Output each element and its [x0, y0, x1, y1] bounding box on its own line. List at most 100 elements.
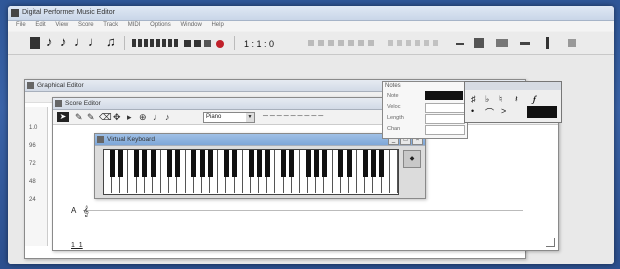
note-properties-panel: Notes Note Veloc Length Chan: [382, 81, 468, 139]
treble-clef-icon: 𝄞: [83, 206, 89, 217]
measure-label: 1_1: [71, 242, 83, 249]
brush-icon[interactable]: ✎: [87, 112, 95, 123]
keyboard-title: Virtual Keyboard: [107, 136, 155, 143]
tool-icon-a[interactable]: [474, 38, 484, 48]
black-key[interactable]: [109, 150, 115, 177]
black-key[interactable]: [248, 150, 254, 177]
menu-help[interactable]: Help: [211, 22, 223, 28]
menu-options[interactable]: Options: [150, 22, 171, 28]
app-title: Digital Performer Music Editor: [22, 9, 115, 16]
note-tool-5[interactable]: ♫: [106, 35, 116, 49]
black-key[interactable]: [281, 150, 287, 177]
black-key[interactable]: [232, 150, 238, 177]
play-tool-icon[interactable]: ▸: [127, 112, 132, 123]
black-key[interactable]: [379, 150, 385, 177]
menu-bar: File Edit View Score Track MIDI Options …: [8, 21, 614, 31]
window-icon: [27, 82, 34, 89]
black-key[interactable]: [289, 150, 295, 177]
staff-line: [83, 210, 523, 211]
channel-field[interactable]: [425, 125, 465, 135]
dynamics-icon[interactable]: 𝆑: [533, 94, 536, 105]
black-key[interactable]: [264, 150, 270, 177]
menu-window[interactable]: Window: [180, 22, 201, 28]
toolbar-separator: [234, 36, 235, 50]
track-label: A: [71, 206, 77, 215]
black-key[interactable]: [224, 150, 229, 177]
faint-tool-group-2[interactable]: [388, 40, 438, 46]
menu-track[interactable]: Track: [103, 22, 118, 28]
app-titlebar: Digital Performer Music Editor: [8, 6, 614, 21]
palette-dark-block[interactable]: [527, 106, 557, 118]
black-key[interactable]: [191, 150, 197, 177]
black-key[interactable]: [117, 150, 123, 177]
black-key[interactable]: [199, 150, 205, 177]
note-tool-icon[interactable]: ♪: [165, 112, 170, 122]
black-key[interactable]: [305, 150, 311, 177]
menu-edit[interactable]: Edit: [35, 22, 45, 28]
panel-row-label: Note: [387, 93, 399, 99]
black-key[interactable]: [313, 150, 319, 177]
record-icon[interactable]: [216, 40, 224, 48]
keyboard-titlebar: Virtual Keyboard _ □ ×: [95, 134, 425, 146]
black-key[interactable]: [142, 150, 148, 177]
octave-shift-button[interactable]: ◆: [403, 150, 421, 168]
black-key[interactable]: [346, 150, 352, 177]
palette-titlebar: [465, 82, 561, 90]
velocity-field[interactable]: [425, 103, 465, 113]
stop-icon[interactable]: [184, 40, 191, 47]
black-key[interactable]: [166, 150, 172, 177]
black-key[interactable]: [207, 150, 213, 177]
length-field[interactable]: [425, 114, 465, 124]
arrow-tool-icon[interactable]: ➤: [57, 112, 69, 122]
window-icon: [55, 100, 62, 107]
note-tool-icon[interactable]: ♩: [153, 112, 162, 122]
note-tool-3[interactable]: ♩: [74, 35, 87, 49]
zoom-icon[interactable]: ⊕: [139, 112, 147, 123]
dash-icon[interactable]: [456, 43, 464, 45]
black-key[interactable]: [371, 150, 376, 177]
rest-icon[interactable]: 𝄽: [515, 94, 518, 105]
menu-score[interactable]: Score: [78, 22, 94, 28]
menu-midi[interactable]: MIDI: [128, 22, 141, 28]
piano-keyboard[interactable]: [103, 149, 399, 195]
note-tool-4[interactable]: ♩: [88, 35, 101, 49]
black-key[interactable]: [338, 150, 344, 177]
toolbar-separator: [124, 36, 125, 50]
instrument-select[interactable]: Piano ▼: [203, 112, 255, 123]
counter-display: 1 : 1 : 0: [244, 39, 275, 49]
pause-icon[interactable]: [194, 40, 201, 47]
dot-icon[interactable]: •: [471, 106, 474, 116]
resize-grip-icon[interactable]: [546, 238, 555, 247]
eraser-icon[interactable]: ⌫: [99, 112, 112, 123]
black-key[interactable]: [256, 150, 262, 177]
move-tool-icon[interactable]: ✥: [113, 112, 121, 123]
tool-icon-b[interactable]: [496, 39, 508, 47]
symbol-palette-window: ♯ ♭ ♮ 𝄽 𝆑 • ⌒ >: [464, 81, 562, 123]
white-key[interactable]: [389, 150, 398, 193]
sharp-icon[interactable]: ♯: [471, 94, 476, 104]
value-field-dark[interactable]: [425, 91, 463, 100]
black-key[interactable]: [134, 150, 140, 177]
pencil-icon[interactable]: ✎: [75, 112, 83, 123]
tie-icon[interactable]: ⌒: [485, 106, 494, 119]
faint-toolbar-items: ─ ─ ─ ─ ─ ─ ─ ─ ─: [263, 113, 324, 120]
black-key[interactable]: [150, 150, 156, 177]
note-tool-2[interactable]: ♪: [60, 35, 67, 49]
ruler-label: 24: [29, 197, 36, 203]
natural-icon[interactable]: ♮: [499, 94, 502, 105]
menu-view[interactable]: View: [55, 22, 68, 28]
ruler-label: 1.0: [29, 125, 38, 131]
play-icon[interactable]: [204, 40, 211, 47]
note-tool-1[interactable]: ♪: [46, 35, 53, 49]
tool-icon-c[interactable]: [520, 42, 530, 45]
accent-icon[interactable]: >: [501, 106, 506, 116]
menu-file[interactable]: File: [16, 22, 26, 28]
black-key[interactable]: [362, 150, 368, 177]
black-key[interactable]: [175, 150, 180, 177]
flat-icon[interactable]: ♭: [485, 94, 489, 105]
tool-icon-d[interactable]: [546, 37, 549, 49]
faint-tool-group[interactable]: [308, 40, 378, 46]
black-key[interactable]: [322, 150, 327, 177]
tool-icon-e[interactable]: [568, 39, 576, 47]
transport-buttons[interactable]: [132, 39, 180, 47]
